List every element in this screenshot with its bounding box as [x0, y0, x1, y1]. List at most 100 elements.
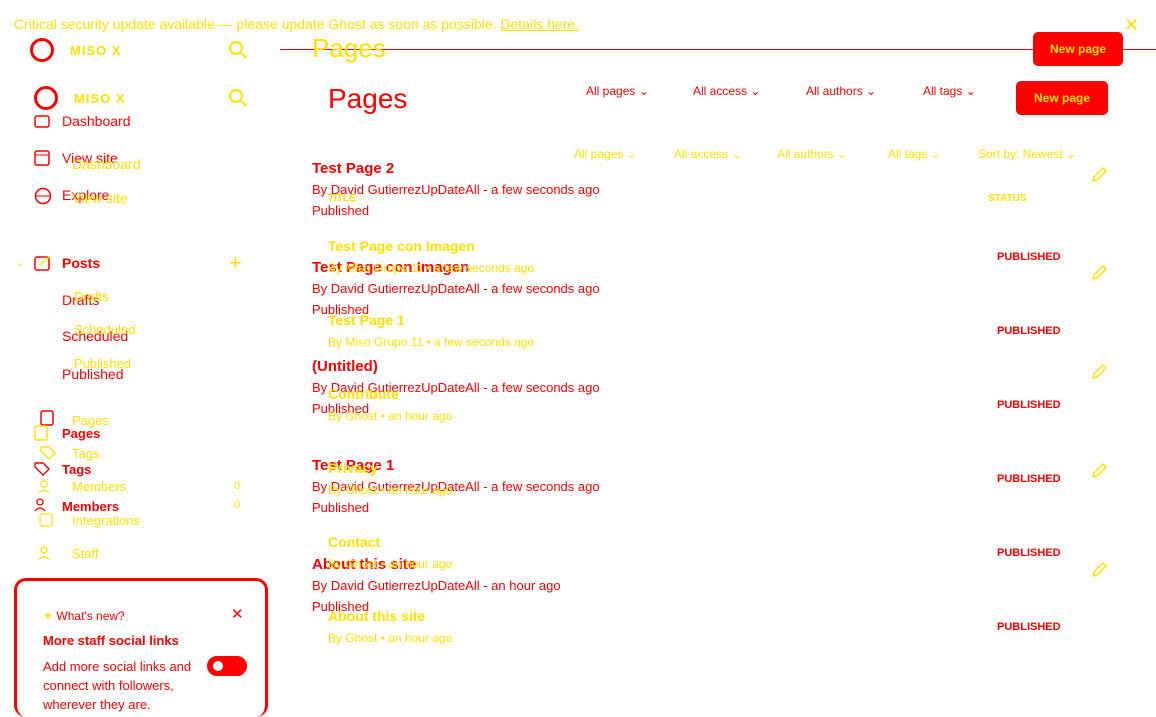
nav-dashboard[interactable]: Dashboard — [62, 113, 131, 129]
new-page-button[interactable]: New page — [1033, 32, 1123, 66]
tag-icon — [34, 462, 50, 481]
site-name[interactable]: MISO X — [74, 91, 126, 106]
page-meta: By David GutierrezUpDateAll - an hour ag… — [312, 578, 561, 593]
search-icon[interactable] — [228, 88, 248, 108]
nav-integrations[interactable]: Integrations — [72, 513, 140, 528]
page-title-link[interactable]: Test Page 2 — [312, 160, 394, 177]
page-meta: By Ghost • an hour ago — [328, 483, 453, 497]
status-badge: PUBLISHED — [997, 473, 1061, 485]
add-post-icon[interactable]: + — [229, 250, 242, 276]
nav-dashboard[interactable]: Dashboard — [72, 156, 141, 172]
nav-tags[interactable]: Tags — [62, 462, 91, 477]
pencil-icon[interactable] — [1090, 363, 1108, 386]
search-icon[interactable] — [228, 40, 248, 60]
nav-tags[interactable]: Tags — [72, 446, 99, 461]
filter-label: All tags — [888, 147, 928, 161]
pencil-icon[interactable] — [1090, 264, 1108, 287]
page-title-link[interactable]: Contribute — [328, 386, 399, 402]
filter-all-authors[interactable]: All authors ⌄ — [777, 147, 847, 161]
filter-all-tags[interactable]: All tags ⌄ — [923, 84, 976, 98]
whats-new-heading-text: What's new? — [56, 609, 125, 623]
status-badge: PUBLISHED — [997, 325, 1061, 337]
sort-label: Sort by: Newest — [978, 147, 1063, 161]
nav-view-site[interactable]: View site — [72, 190, 128, 206]
banner-text: Critical security update available — ple… — [14, 16, 579, 32]
nav-drafts[interactable]: Drafts — [74, 289, 109, 304]
pencil-icon[interactable] — [1090, 561, 1108, 584]
column-status: STATUS — [988, 193, 1027, 204]
page-meta: By Miso Grupo 11 • a few seconds ago — [328, 335, 535, 349]
members-icon — [38, 480, 56, 499]
staff-icon — [38, 546, 56, 567]
sparkle-icon: ✦ — [43, 609, 54, 623]
status-badge: PUBLISHED — [997, 547, 1061, 559]
whats-new-card: ✦ What's new? ✕ More staff social links … — [14, 578, 268, 717]
nav-scheduled[interactable]: Scheduled — [74, 322, 135, 337]
page-status: Published — [312, 500, 370, 515]
filter-label: All authors — [777, 147, 834, 161]
page-meta: By Miso Grupo 11 • a few seconds ago — [328, 261, 535, 275]
filter-all-access[interactable]: All access ⌄ — [693, 84, 760, 98]
page-title: Pages — [328, 83, 408, 114]
sort-select[interactable]: Sort by: Newest ⌄ — [978, 147, 1076, 161]
page-meta: By Ghost • an hour ago — [328, 631, 453, 645]
nav-staff[interactable]: Staff — [72, 546, 99, 561]
page-meta: By Ghost • an hour ago — [328, 557, 453, 571]
integrations-icon — [38, 512, 54, 533]
page-title-link[interactable]: Contact — [328, 534, 380, 550]
toggle-knob — [211, 659, 225, 673]
site-name[interactable]: MISO X — [70, 43, 122, 58]
page-title-link[interactable]: Test Page 1 — [328, 312, 405, 328]
filter-label: All tags — [923, 84, 963, 98]
filter-all-access[interactable]: All access ⌄ — [674, 147, 741, 161]
nav-pages[interactable]: Pages — [62, 426, 100, 441]
nav-posts[interactable]: Posts — [62, 255, 100, 271]
whats-new-heading: ✦ What's new? — [43, 609, 125, 623]
filter-all-authors[interactable]: All authors ⌄ — [806, 84, 876, 98]
nav-members[interactable]: Members — [62, 499, 119, 514]
page-title-link[interactable]: About this site — [328, 608, 425, 624]
page-meta: By Ghost • an hour ago — [328, 409, 453, 423]
theme-toggle[interactable] — [207, 656, 247, 676]
filter-label: All pages — [574, 147, 624, 161]
banner-details-link[interactable]: Details here. — [500, 16, 579, 32]
filter-label: All authors — [806, 84, 863, 98]
members-count: 0 — [234, 480, 241, 492]
security-banner: Critical security update available — ple… — [0, 0, 1156, 48]
filter-label: All access — [693, 84, 748, 98]
page-title: Pages — [312, 33, 386, 63]
page-title-link[interactable]: (Untitled) — [312, 358, 378, 375]
filter-all-pages[interactable]: All pages ⌄ — [574, 147, 637, 161]
page-meta: By David GutierrezUpDateAll - a few seco… — [312, 182, 600, 197]
nav-members[interactable]: Members — [72, 479, 126, 494]
filter-label: All pages — [586, 84, 636, 98]
page-status: Published — [312, 203, 370, 218]
filter-label: All access — [674, 147, 729, 161]
site-logo — [30, 38, 54, 62]
nav-published[interactable]: Published — [74, 356, 131, 371]
members-count: 0 — [234, 499, 241, 511]
site-logo — [34, 86, 58, 110]
posts-icon — [34, 255, 52, 276]
pencil-icon[interactable] — [1090, 166, 1108, 189]
globe-icon — [34, 187, 52, 210]
header-divider — [280, 49, 1156, 50]
status-badge: PUBLISHED — [997, 399, 1061, 411]
pencil-icon[interactable] — [1090, 462, 1108, 485]
status-badge: PUBLISHED — [997, 621, 1061, 633]
new-page-button[interactable]: New page — [1016, 81, 1108, 115]
status-badge: PUBLISHED — [997, 251, 1061, 263]
chevron-down-icon[interactable]: ⌄ — [15, 256, 24, 269]
banner-message: Critical security update available — ple… — [14, 16, 497, 32]
page-meta: By David GutierrezUpDateAll - a few seco… — [312, 281, 600, 296]
page-title-link[interactable]: Privacy — [328, 460, 378, 476]
page-title-link[interactable]: Test Page con Imagen — [328, 238, 475, 254]
view-site-icon — [34, 150, 50, 171]
dashboard-icon — [34, 114, 50, 133]
close-icon[interactable]: ✕ — [1124, 15, 1139, 36]
whats-new-title[interactable]: More staff social links — [43, 633, 179, 648]
whats-new-body: Add more social links and connect with f… — [43, 659, 192, 712]
filter-all-tags[interactable]: All tags ⌄ — [888, 147, 941, 161]
filter-all-pages[interactable]: All pages ⌄ — [586, 84, 649, 98]
close-icon[interactable]: ✕ — [231, 605, 244, 623]
